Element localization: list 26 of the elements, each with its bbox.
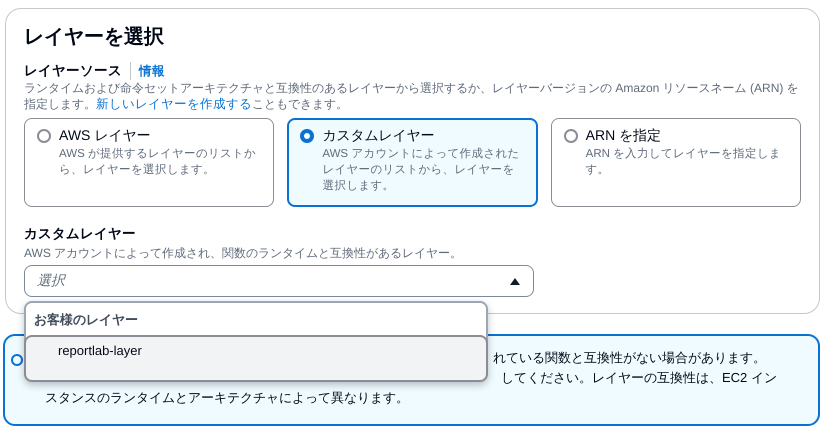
radio-button[interactable] bbox=[37, 129, 51, 143]
radio-button[interactable] bbox=[564, 129, 578, 143]
radio-button[interactable] bbox=[300, 129, 314, 143]
field-description: AWS アカウントによって作成され、関数のランタイムと互換性があるレイヤー。 bbox=[24, 245, 464, 261]
field-label: レイヤーソース bbox=[24, 62, 122, 80]
option-title: AWS レイヤー bbox=[59, 127, 152, 145]
field-description: ランタイムおよび命令セットアーキテクチャと互換性のあるレイヤーから選択するか、レイヤーバージョンの Amazon リソースネーム (ARN) を指定します。新しいレイヤーを作成する こともできます。 bbox=[24, 80, 800, 112]
option-title: カスタムレイヤー bbox=[322, 127, 436, 145]
alert-text: れている関数と互換性がない場合があります。 bbox=[493, 349, 766, 367]
section-title: レイヤーを選択 bbox=[24, 25, 165, 50]
option-description: ARN を入力してレイヤーを指定します。 bbox=[586, 146, 782, 178]
option-tile[interactable]: AWS レイヤー AWS が提供するレイヤーのリストから、レイヤーを選択します。 bbox=[24, 118, 274, 207]
field-label: カスタムレイヤー bbox=[24, 225, 137, 243]
info-link[interactable]: 情報 bbox=[139, 62, 165, 80]
layer-select[interactable]: 選択 bbox=[24, 265, 534, 297]
alert-text: スタンスのランタイムとアーキテクチャによって異なります。 bbox=[45, 389, 409, 407]
option-title: ARN を指定 bbox=[586, 127, 662, 145]
option-tile[interactable]: ARN を指定 ARN を入力してレイヤーを指定します。 bbox=[550, 118, 801, 207]
option-description: AWS アカウントによって作成されたレイヤーのリストから、レイヤーを選択します。 bbox=[322, 146, 520, 194]
option-tile[interactable]: カスタムレイヤー AWS アカウントによって作成されたレイヤーのリストから、レイヤーを選択します。 bbox=[287, 118, 538, 207]
info-icon bbox=[11, 354, 23, 366]
dropdown-option[interactable]: reportlab-layer bbox=[24, 335, 488, 382]
create-layer-link[interactable]: 新しいレイヤーを作成する bbox=[96, 97, 252, 111]
group-header: お客様のレイヤー bbox=[33, 311, 139, 329]
option-description: AWS が提供するレイヤーのリストから、レイヤーを選択します。 bbox=[59, 146, 257, 178]
alert-text: してください。レイヤーの互換性は、EC2 イン bbox=[501, 369, 777, 387]
